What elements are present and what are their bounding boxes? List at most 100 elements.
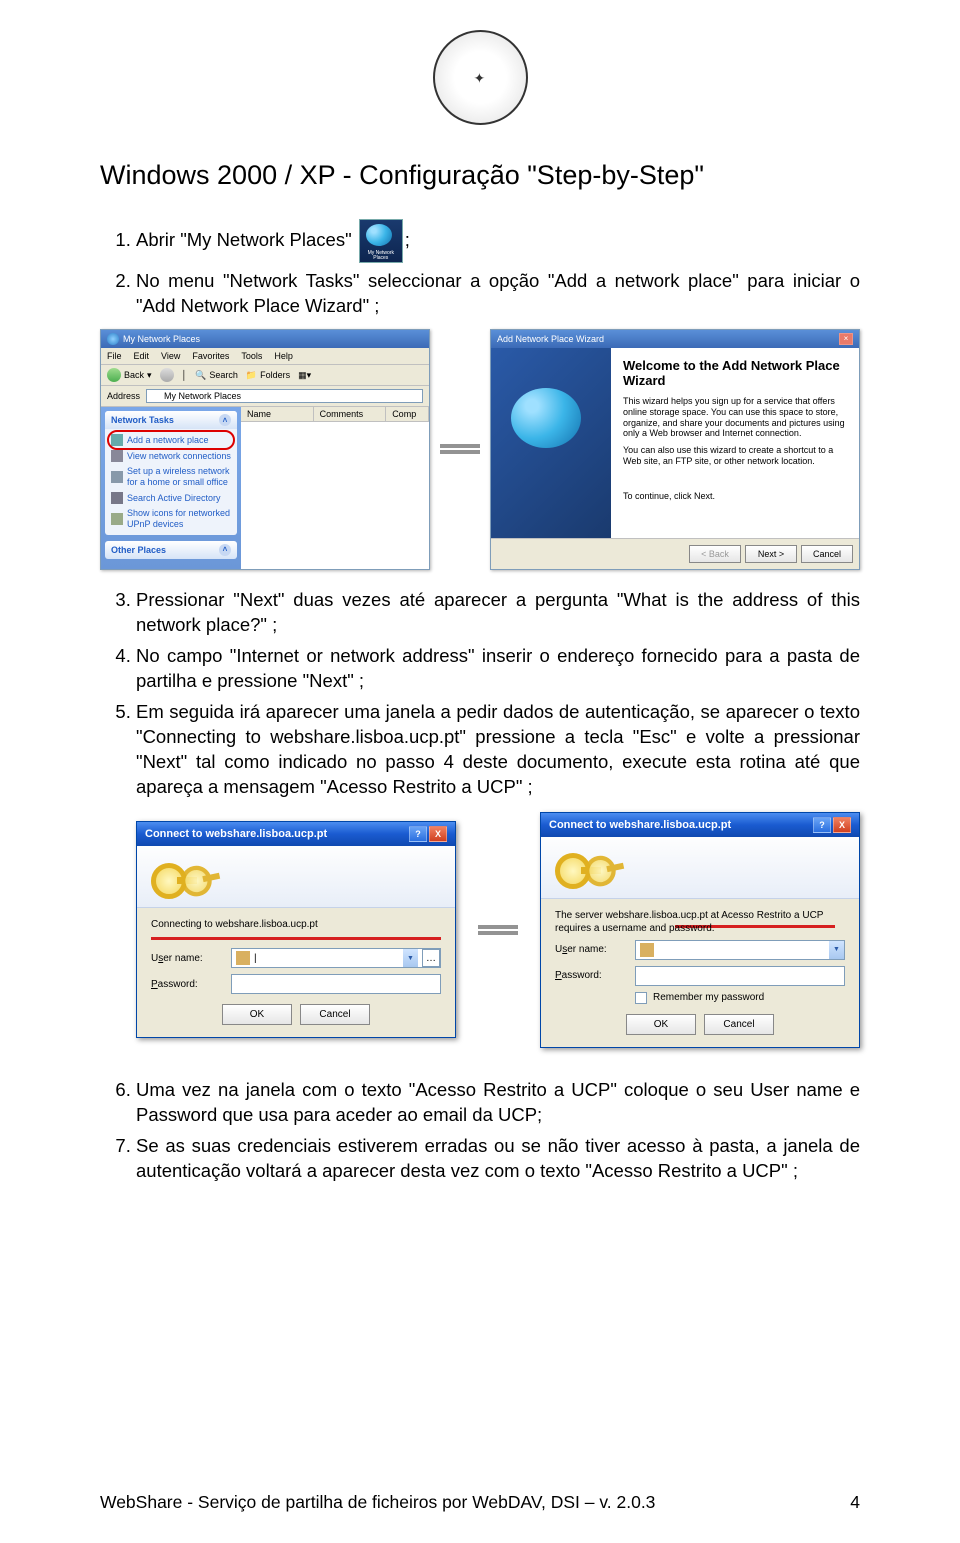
auth1-header-image	[137, 846, 455, 908]
menu-edit[interactable]: Edit	[134, 351, 150, 361]
menu-tools[interactable]: Tools	[241, 351, 262, 361]
task-wireless-label: Set up a wireless network for a home or …	[127, 466, 231, 488]
connections-icon	[111, 450, 123, 462]
task-search-label: Search Active Directory	[127, 493, 221, 504]
task-wireless[interactable]: Set up a wireless network for a home or …	[109, 464, 233, 490]
keys-icon-4	[581, 845, 625, 889]
step-4-text: No campo "Internet or network address" i…	[136, 645, 860, 691]
step-3-text: Pressionar "Next" duas vezes até aparece…	[136, 589, 860, 635]
chevron-up-icon: ˄	[219, 414, 231, 426]
auth-dialog-restricted: Connect to webshare.lisboa.ucp.pt ? X Th…	[540, 812, 860, 1048]
step-4: No campo "Internet or network address" i…	[136, 644, 860, 694]
keys-icon-2	[177, 855, 221, 899]
steps-list-3: Uma vez na janela com o texto "Acesso Re…	[100, 1078, 860, 1184]
help-icon[interactable]: ?	[409, 826, 427, 842]
step-3: Pressionar "Next" duas vezes até aparece…	[136, 588, 860, 638]
wizard-next-button[interactable]: Next >	[745, 545, 797, 563]
help-icon-2[interactable]: ?	[813, 817, 831, 833]
auth2-title: Connect to webshare.lisboa.ucp.pt	[549, 819, 731, 831]
panel-other-title: Other Places	[111, 545, 166, 555]
wizard-titlebar: Add Network Place Wizard ×	[491, 330, 859, 348]
step-5: Em seguida irá aparecer uma janela a ped…	[136, 700, 860, 800]
remember-checkbox[interactable]	[635, 992, 647, 1004]
col-comp[interactable]: Comp	[386, 407, 429, 421]
user-icon-2	[640, 943, 654, 957]
folders-button[interactable]: 📁 Folders	[246, 370, 290, 381]
task-upnp[interactable]: Show icons for networked UPnP devices	[109, 506, 233, 532]
auth2-user-field[interactable]: ▼	[635, 940, 845, 960]
menu-view[interactable]: View	[161, 351, 180, 361]
auth2-pass-field[interactable]	[635, 966, 845, 986]
auth1-pass-field[interactable]	[231, 974, 441, 994]
search-icon	[111, 492, 123, 504]
auth1-titlebar: Connect to webshare.lisboa.ucp.pt ? X	[137, 822, 455, 846]
screenshot-row-1: My Network Places File Edit View Favorit…	[100, 329, 860, 570]
wizard-footer: < Back Next > Cancel	[491, 538, 859, 569]
panel-network-tasks-header[interactable]: Network Tasks ˄	[105, 411, 237, 429]
panel-network-tasks: Network Tasks ˄ Add a network place View…	[105, 411, 237, 534]
wizard-body2: You can also use this wizard to create a…	[623, 445, 847, 467]
chevron-up-icon-2: ˄	[219, 544, 231, 556]
step-6-text: Uma vez na janela com o texto "Acesso Re…	[136, 1079, 860, 1125]
wireless-icon	[111, 471, 123, 483]
auth1-message: Connecting to webshare.lisboa.ucp.pt	[151, 918, 441, 931]
globe-icon	[107, 333, 119, 345]
task-add-network-place[interactable]: Add a network place	[109, 432, 233, 448]
explorer-titlebar: My Network Places	[101, 330, 429, 348]
col-name[interactable]: Name	[241, 407, 314, 421]
panel-other-places-header[interactable]: Other Places ˄	[105, 541, 237, 559]
task-upnp-label: Show icons for networked UPnP devices	[127, 508, 231, 530]
auth2-cancel-button[interactable]: Cancel	[704, 1014, 774, 1035]
views-button[interactable]: ▦▾	[298, 370, 311, 381]
auth2-ok-button[interactable]: OK	[626, 1014, 696, 1035]
panel-other-places: Other Places ˄	[105, 541, 237, 559]
browse-button[interactable]: …	[422, 949, 440, 967]
panel-network-tasks-title: Network Tasks	[111, 415, 174, 425]
explorer-sidebar: Network Tasks ˄ Add a network place View…	[101, 407, 241, 568]
wizard-close-icon[interactable]: ×	[839, 333, 853, 345]
auth1-user-field[interactable]: | ▼ …	[231, 948, 441, 968]
step-1-text: Abrir "My Network Places"	[136, 229, 352, 250]
footer-page-number: 4	[850, 1492, 860, 1513]
auth2-pass-label: Password:	[555, 970, 627, 981]
wizard-back-button: < Back	[689, 545, 741, 563]
auth1-title: Connect to webshare.lisboa.ucp.pt	[145, 828, 327, 840]
task-add-label: Add a network place	[127, 435, 209, 446]
footer-left: WebShare - Serviço de partilha de fichei…	[100, 1492, 655, 1513]
auth2-remember[interactable]: Remember my password	[635, 992, 845, 1004]
auth-dialog-connecting: Connect to webshare.lisboa.ucp.pt ? X Co…	[136, 821, 456, 1038]
task-view-label: View network connections	[127, 451, 231, 462]
back-label: Back	[124, 370, 144, 380]
step-5-text: Em seguida irá aparecer uma janela a ped…	[136, 701, 860, 797]
explorer-title: My Network Places	[123, 334, 200, 344]
my-network-places-icon	[359, 219, 403, 263]
wizard-heading: Welcome to the Add Network Place Wizard	[623, 358, 847, 388]
address-field[interactable]: My Network Places	[146, 389, 423, 403]
close-icon-2[interactable]: X	[833, 817, 851, 833]
step-1-suffix: ;	[405, 229, 410, 250]
col-comments[interactable]: Comments	[314, 407, 387, 421]
auth1-pass-label: Password:	[151, 979, 223, 990]
steps-list-1: Abrir "My Network Places" ; No menu "Net…	[100, 219, 860, 319]
auth2-message: The server webshare.lisboa.ucp.pt at Ace…	[555, 909, 845, 935]
menu-file[interactable]: File	[107, 351, 122, 361]
menu-help[interactable]: Help	[274, 351, 293, 361]
task-search-ad[interactable]: Search Active Directory	[109, 490, 233, 506]
close-icon[interactable]: X	[429, 826, 447, 842]
task-view-connections[interactable]: View network connections	[109, 448, 233, 464]
auth1-user-cursor: |	[254, 953, 257, 964]
auth2-user-label: User name:	[555, 944, 627, 955]
back-button[interactable]: Back ▾	[107, 368, 152, 382]
dropdown-icon[interactable]: ▼	[403, 949, 418, 967]
highlight-underline-1	[151, 937, 441, 940]
page-title: Windows 2000 / XP - Configuração "Step-b…	[100, 160, 860, 191]
menu-favorites[interactable]: Favorites	[192, 351, 229, 361]
user-icon	[236, 951, 250, 965]
forward-icon[interactable]	[160, 368, 174, 382]
auth1-ok-button[interactable]: OK	[222, 1004, 292, 1025]
wizard-cancel-button[interactable]: Cancel	[801, 545, 853, 563]
wizard-hero-image	[491, 348, 611, 538]
search-button[interactable]: 🔍 Search	[195, 370, 238, 381]
dropdown-icon-2[interactable]: ▼	[829, 941, 844, 959]
auth1-cancel-button[interactable]: Cancel	[300, 1004, 370, 1025]
